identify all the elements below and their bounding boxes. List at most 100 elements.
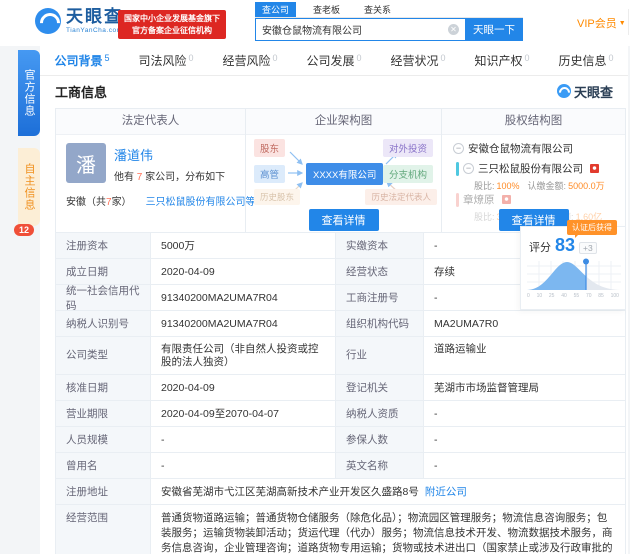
field-label: 曾用名: [56, 453, 151, 478]
equity-root-node[interactable]: − 安徽仓鼠物流有限公司: [446, 141, 573, 156]
score-label: 评分: [529, 239, 551, 255]
card-header-org-chart: 企业架构图: [246, 109, 441, 135]
axis-tick: 70: [586, 293, 592, 299]
field-label: 工商注册号: [336, 285, 424, 310]
table-row: 营业期限2020-04-09至2070-04-07纳税人资质-: [56, 401, 625, 427]
shareholder-name-link[interactable]: 章燎原: [463, 192, 495, 207]
nav-tab-label: 经营状况: [390, 52, 438, 69]
avatar[interactable]: 潘: [66, 143, 106, 183]
nav-tab-label: 历史信息: [558, 52, 606, 69]
nav-tab-0[interactable]: 公司背景5: [40, 46, 124, 75]
table-row: 曾用名-英文名称-: [56, 453, 625, 479]
nav-tab-5[interactable]: 知识产权0: [460, 46, 544, 75]
nav-tab-label: 知识产权: [474, 52, 522, 69]
field-value: 91340200MA2UMA7R04: [151, 285, 336, 310]
field-label: 公司类型: [56, 337, 151, 374]
nav-tab-count: 0: [357, 53, 362, 63]
search-tab-relation[interactable]: 查关系: [357, 2, 398, 17]
nav-tab-4[interactable]: 经营状况0: [376, 46, 460, 75]
nav-tab-6[interactable]: 历史信息0: [544, 46, 628, 75]
nav-tab-count: 0: [609, 53, 614, 63]
caret-down-icon: ▼: [619, 20, 626, 27]
company-logo-icon: [502, 195, 511, 204]
field-label: 行业: [336, 337, 424, 374]
nav-tab-count: 0: [525, 53, 530, 63]
related-company-link[interactable]: 三只松鼠股份有限公司等: [146, 193, 256, 208]
axis-tick: 25: [549, 293, 555, 299]
field-label: 注册地址: [56, 479, 151, 504]
equity-node-row: −三只松鼠股份有限公司: [456, 161, 613, 176]
tianyancha-logo-icon: [35, 8, 61, 34]
field-value: MA2UMA7R0: [424, 311, 625, 336]
field-label: 核准日期: [56, 375, 151, 400]
org-tag-right-0[interactable]: 对外投资: [383, 139, 433, 157]
search-tab-company[interactable]: 查公司: [255, 2, 296, 17]
score-widget: 认证后获得 评分 83 +3 0102540557085100: [520, 226, 626, 310]
field-value: 有限责任公司（非自然人投资或控股的法人独资）: [151, 337, 336, 374]
field-value: 普通货物道路运输；普通货物仓储服务（除危化品）；物流园区管理服务；物流信息咨询服…: [151, 505, 625, 554]
nav-tab-label: 司法风险: [138, 52, 186, 69]
sidebar-tab-official-info[interactable]: 官方信息: [18, 50, 40, 136]
region-count: 安徽（共7家）: [66, 193, 132, 208]
sidebar-tab-self-info[interactable]: 自主信息: [18, 148, 40, 226]
axis-tick: 10: [537, 293, 543, 299]
legal-rep-description: 他有 7 家公司，分布如下: [114, 168, 225, 183]
org-tag-right-1[interactable]: 分支机构: [383, 165, 433, 183]
vip-menu[interactable]: VIP会员 ▼: [577, 15, 626, 31]
section-title: 工商信息: [55, 82, 107, 101]
field-value: 芜湖市市场监督管理局: [424, 375, 625, 400]
org-tag-right-2[interactable]: 历史法定代表人: [365, 189, 437, 205]
card-header-equity: 股权结构图: [442, 109, 625, 135]
org-tag-left-2[interactable]: 历史股东: [254, 189, 300, 205]
certified-badge: 认证后获得: [567, 220, 617, 235]
org-chart-card: 企业架构图 XX: [246, 109, 442, 235]
field-value: 2020-04-09: [151, 375, 336, 400]
equity-child-node-0[interactable]: −三只松鼠股份有限公司股比:100%认缴金额:5000.0万: [456, 161, 613, 192]
field-value: -: [424, 427, 625, 452]
nav-tab-1[interactable]: 司法风险0: [124, 46, 208, 75]
field-value: -: [151, 427, 336, 452]
legal-rep-name-link[interactable]: 潘道伟: [114, 145, 225, 164]
field-label: 英文名称: [336, 453, 424, 478]
field-label: 组织机构代码: [336, 311, 424, 336]
search-tab-boss[interactable]: 查老板: [306, 2, 347, 17]
score-distribution-chart: [525, 257, 623, 293]
nav-tab-label: 经营风险: [222, 52, 270, 69]
axis-tick: 100: [611, 293, 619, 299]
tianyancha-watermark-icon: [557, 84, 571, 98]
org-tag-left-1[interactable]: 高管: [254, 165, 285, 183]
search-button[interactable]: 天眼一下: [465, 18, 523, 41]
score-delta: +3: [579, 242, 597, 254]
nav-tab-2[interactable]: 经营风险0: [208, 46, 292, 75]
clear-icon[interactable]: ✕: [448, 24, 459, 35]
field-label: 人员规模: [56, 427, 151, 452]
company-logo-icon: [590, 164, 599, 173]
main-panel: 公司背景5司法风险0经营风险0公司发展0经营状况0知识产权0历史信息0 工商信息…: [40, 46, 628, 554]
org-tag-left-0[interactable]: 股东: [254, 139, 285, 157]
nav-tab-3[interactable]: 公司发展0: [292, 46, 376, 75]
field-label: 营业期限: [56, 401, 151, 426]
org-chart-detail-button[interactable]: 查看详情: [309, 209, 379, 231]
field-value: -: [151, 453, 336, 478]
field-label: 注册资本: [56, 233, 151, 258]
score-axis-ticks: 0102540557085100: [521, 293, 625, 299]
page: 天眼查 TianYanCha.com 国家中小企业发展基金旗下 官方备案企业征信…: [0, 0, 630, 554]
table-row: 人员规模-参保人数-: [56, 427, 625, 453]
tianyancha-logo[interactable]: 天眼查 TianYanCha.com: [35, 8, 123, 34]
shareholder-name-link[interactable]: 三只松鼠股份有限公司: [478, 161, 583, 176]
collapse-minus-icon[interactable]: −: [453, 143, 464, 154]
ratio-label: 股比:: [474, 212, 495, 222]
search-tabs: 查公司 查老板 查关系: [255, 3, 523, 18]
field-value: -: [424, 453, 625, 478]
collapse-minus-icon[interactable]: −: [463, 163, 474, 174]
search-input[interactable]: [255, 18, 465, 41]
shareholding-stats: 股比:100%认缴金额:5000.0万: [474, 179, 613, 192]
axis-tick: 40: [561, 293, 567, 299]
tree-level-bar: [456, 193, 459, 207]
axis-tick: 55: [574, 293, 580, 299]
field-label: 成立日期: [56, 259, 151, 284]
table-row: 公司类型有限责任公司（非自然人投资或控股的法人独资）行业道路运输业: [56, 337, 625, 375]
nav-tab-count: 0: [189, 53, 194, 63]
nearby-companies-link[interactable]: 附近公司: [425, 484, 467, 499]
legal-representative-card: 法定代表人 潘 潘道伟 他有 7 家公司，分布如下 安徽（共7家） 三只松鼠股份…: [56, 109, 246, 235]
